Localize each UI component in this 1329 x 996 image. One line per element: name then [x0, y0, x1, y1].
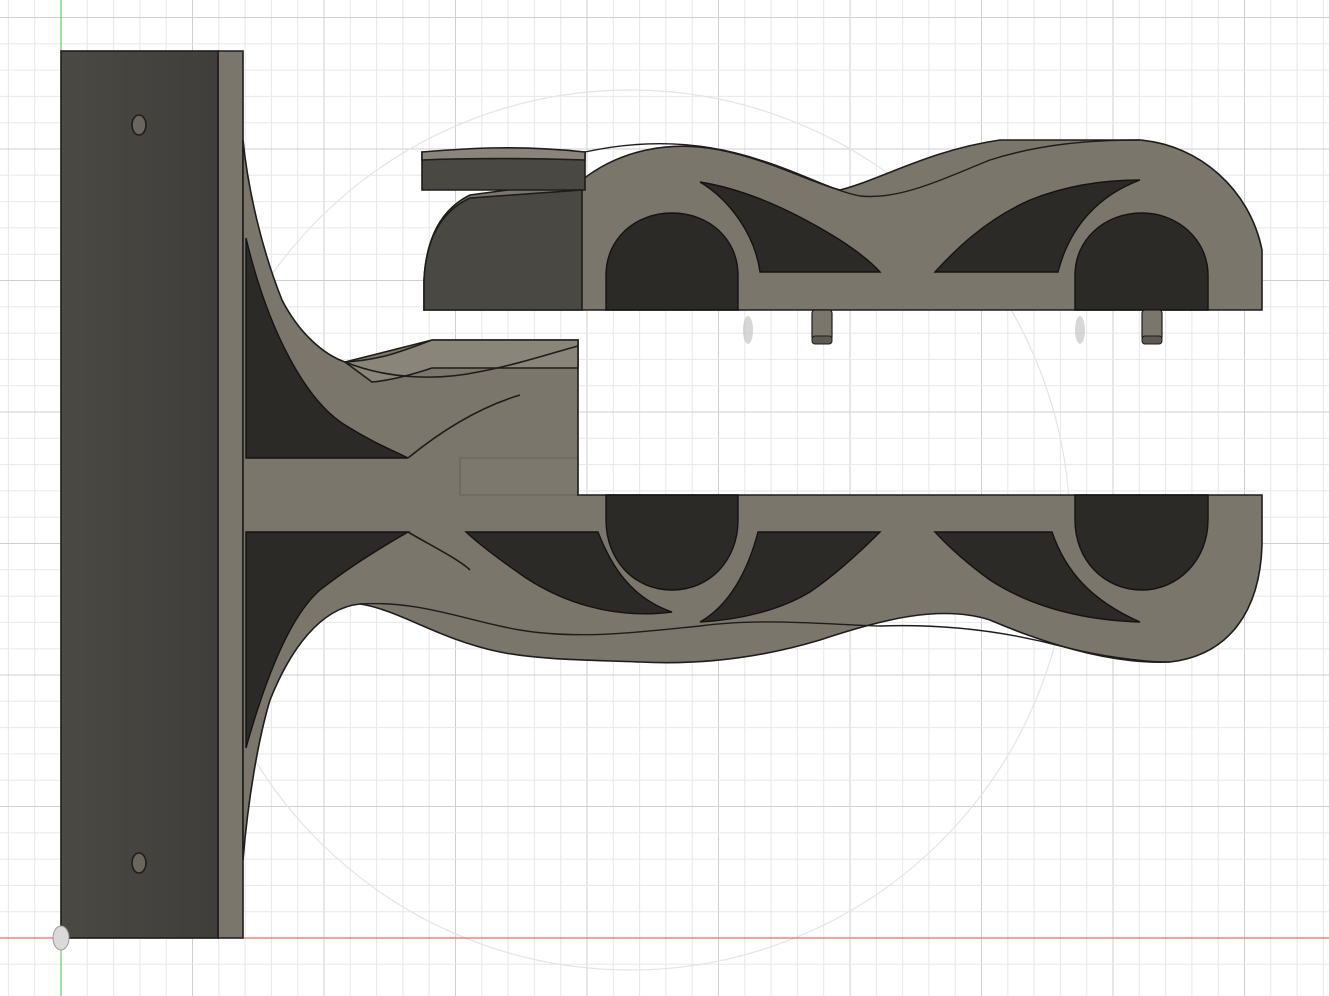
alignment-pin-icon [811, 309, 833, 345]
alignment-pin-icon [1141, 309, 1163, 345]
upper-clamp[interactable] [421, 139, 1263, 345]
wall-plate[interactable] [60, 50, 244, 939]
origin-icon[interactable] [52, 925, 70, 951]
mount-hole-icon [131, 114, 147, 136]
mount-hole-icon [131, 852, 147, 874]
pin-shadow [1075, 316, 1085, 344]
canvas-viewport[interactable] [0, 0, 1329, 996]
pin-shadow [743, 316, 753, 344]
